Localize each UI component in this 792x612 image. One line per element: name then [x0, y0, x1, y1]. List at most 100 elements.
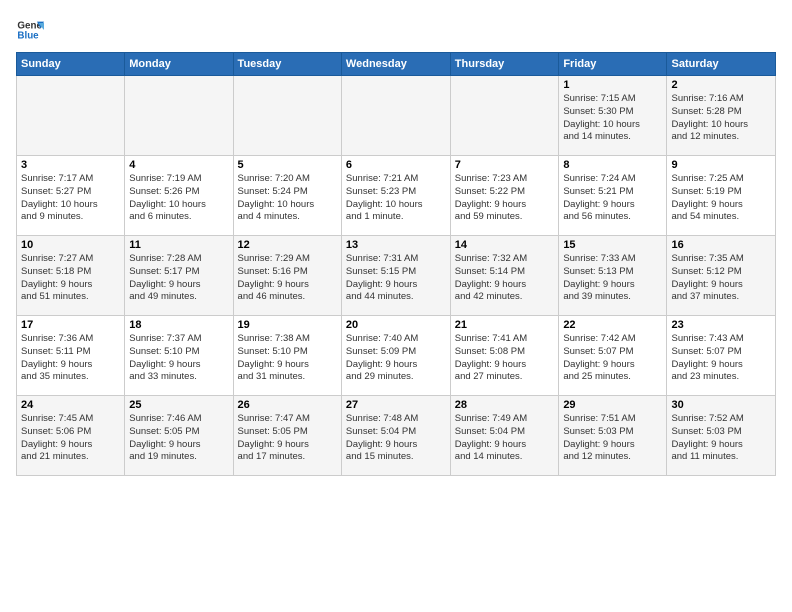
day-number: 6 — [346, 159, 446, 171]
calendar-week-3: 10 Sunrise: 7:27 AMSunset: 5:18 PMDayligh… — [17, 236, 776, 316]
day-number: 24 — [21, 399, 120, 411]
calendar-cell: 27 Sunrise: 7:48 AMSunset: 5:04 PMDayligh… — [341, 396, 450, 476]
day-info: Sunrise: 7:16 AMSunset: 5:28 PMDaylight:… — [671, 93, 771, 144]
calendar-week-5: 24 Sunrise: 7:45 AMSunset: 5:06 PMDayligh… — [17, 396, 776, 476]
day-number: 8 — [563, 159, 662, 171]
page-header: General Blue — [16, 16, 776, 44]
calendar-header: SundayMondayTuesdayWednesdayThursdayFrid… — [17, 53, 776, 76]
day-info: Sunrise: 7:40 AMSunset: 5:09 PMDaylight:… — [346, 333, 446, 384]
day-number: 10 — [21, 239, 120, 251]
day-number: 13 — [346, 239, 446, 251]
calendar-cell: 28 Sunrise: 7:49 AMSunset: 5:04 PMDayligh… — [450, 396, 559, 476]
day-info: Sunrise: 7:45 AMSunset: 5:06 PMDaylight:… — [21, 413, 120, 464]
day-number: 15 — [563, 239, 662, 251]
calendar-cell: 23 Sunrise: 7:43 AMSunset: 5:07 PMDayligh… — [667, 316, 776, 396]
header-cell-tuesday: Tuesday — [233, 53, 341, 76]
day-info: Sunrise: 7:24 AMSunset: 5:21 PMDaylight:… — [563, 173, 662, 224]
calendar-cell: 6 Sunrise: 7:21 AMSunset: 5:23 PMDaylight… — [341, 156, 450, 236]
day-info: Sunrise: 7:49 AMSunset: 5:04 PMDaylight:… — [455, 413, 555, 464]
calendar-cell: 30 Sunrise: 7:52 AMSunset: 5:03 PMDayligh… — [667, 396, 776, 476]
day-number: 11 — [129, 239, 228, 251]
day-number: 14 — [455, 239, 555, 251]
calendar-cell: 1Sunrise: 7:15 AMSunset: 5:30 PMDaylight… — [559, 76, 667, 156]
day-number: 27 — [346, 399, 446, 411]
calendar-cell: 3 Sunrise: 7:17 AMSunset: 5:27 PMDaylight… — [17, 156, 125, 236]
calendar-cell: 12 Sunrise: 7:29 AMSunset: 5:16 PMDayligh… — [233, 236, 341, 316]
calendar-cell: 24 Sunrise: 7:45 AMSunset: 5:06 PMDayligh… — [17, 396, 125, 476]
calendar-cell — [17, 76, 125, 156]
day-number: 9 — [671, 159, 771, 171]
calendar-cell: 26Sunrise: 7:47 AMSunset: 5:05 PMDayligh… — [233, 396, 341, 476]
calendar-week-4: 17Sunrise: 7:36 AMSunset: 5:11 PMDayligh… — [17, 316, 776, 396]
day-info: Sunrise: 7:25 AMSunset: 5:19 PMDaylight:… — [671, 173, 771, 224]
header-row: SundayMondayTuesdayWednesdayThursdayFrid… — [17, 53, 776, 76]
logo-icon: General Blue — [16, 16, 44, 44]
header-cell-thursday: Thursday — [450, 53, 559, 76]
day-info: Sunrise: 7:51 AMSunset: 5:03 PMDaylight:… — [563, 413, 662, 464]
day-number: 17 — [21, 319, 120, 331]
day-info: Sunrise: 7:28 AMSunset: 5:17 PMDaylight:… — [129, 253, 228, 304]
calendar-cell: 8 Sunrise: 7:24 AMSunset: 5:21 PMDaylight… — [559, 156, 667, 236]
day-number: 30 — [671, 399, 771, 411]
day-number: 3 — [21, 159, 120, 171]
day-number: 29 — [563, 399, 662, 411]
day-info: Sunrise: 7:52 AMSunset: 5:03 PMDaylight:… — [671, 413, 771, 464]
calendar-cell: 2 Sunrise: 7:16 AMSunset: 5:28 PMDaylight… — [667, 76, 776, 156]
calendar-cell: 14 Sunrise: 7:32 AMSunset: 5:14 PMDayligh… — [450, 236, 559, 316]
day-info: Sunrise: 7:33 AMSunset: 5:13 PMDaylight:… — [563, 253, 662, 304]
day-number: 4 — [129, 159, 228, 171]
calendar-cell: 9 Sunrise: 7:25 AMSunset: 5:19 PMDaylight… — [667, 156, 776, 236]
calendar-week-1: 1Sunrise: 7:15 AMSunset: 5:30 PMDaylight… — [17, 76, 776, 156]
day-number: 21 — [455, 319, 555, 331]
day-info: Sunrise: 7:46 AMSunset: 5:05 PMDaylight:… — [129, 413, 228, 464]
calendar-cell: 20 Sunrise: 7:40 AMSunset: 5:09 PMDayligh… — [341, 316, 450, 396]
day-number: 2 — [671, 79, 771, 91]
header-cell-friday: Friday — [559, 53, 667, 76]
calendar-cell — [125, 76, 233, 156]
calendar-table: SundayMondayTuesdayWednesdayThursdayFrid… — [16, 52, 776, 476]
calendar-cell: 25 Sunrise: 7:46 AMSunset: 5:05 PMDayligh… — [125, 396, 233, 476]
calendar-cell: 11 Sunrise: 7:28 AMSunset: 5:17 PMDayligh… — [125, 236, 233, 316]
day-number: 25 — [129, 399, 228, 411]
day-number: 5 — [238, 159, 337, 171]
day-info: Sunrise: 7:27 AMSunset: 5:18 PMDaylight:… — [21, 253, 120, 304]
calendar-cell: 19Sunrise: 7:38 AMSunset: 5:10 PMDayligh… — [233, 316, 341, 396]
day-number: 16 — [671, 239, 771, 251]
day-number: 1 — [563, 79, 662, 91]
calendar-cell: 29 Sunrise: 7:51 AMSunset: 5:03 PMDayligh… — [559, 396, 667, 476]
calendar-cell: 15 Sunrise: 7:33 AMSunset: 5:13 PMDayligh… — [559, 236, 667, 316]
day-info: Sunrise: 7:32 AMSunset: 5:14 PMDaylight:… — [455, 253, 555, 304]
calendar-cell — [341, 76, 450, 156]
calendar-cell — [450, 76, 559, 156]
header-cell-sunday: Sunday — [17, 53, 125, 76]
day-info: Sunrise: 7:48 AMSunset: 5:04 PMDaylight:… — [346, 413, 446, 464]
calendar-cell: 4Sunrise: 7:19 AMSunset: 5:26 PMDaylight… — [125, 156, 233, 236]
calendar-cell: 7Sunrise: 7:23 AMSunset: 5:22 PMDaylight… — [450, 156, 559, 236]
day-info: Sunrise: 7:47 AMSunset: 5:05 PMDaylight:… — [238, 413, 337, 464]
day-info: Sunrise: 7:37 AMSunset: 5:10 PMDaylight:… — [129, 333, 228, 384]
calendar-cell: 17Sunrise: 7:36 AMSunset: 5:11 PMDayligh… — [17, 316, 125, 396]
day-info: Sunrise: 7:20 AMSunset: 5:24 PMDaylight:… — [238, 173, 337, 224]
day-number: 22 — [563, 319, 662, 331]
day-number: 23 — [671, 319, 771, 331]
calendar-week-2: 3 Sunrise: 7:17 AMSunset: 5:27 PMDaylight… — [17, 156, 776, 236]
day-info: Sunrise: 7:43 AMSunset: 5:07 PMDaylight:… — [671, 333, 771, 384]
header-cell-wednesday: Wednesday — [341, 53, 450, 76]
calendar-cell: 18Sunrise: 7:37 AMSunset: 5:10 PMDayligh… — [125, 316, 233, 396]
calendar-cell: 16 Sunrise: 7:35 AMSunset: 5:12 PMDayligh… — [667, 236, 776, 316]
day-number: 19 — [238, 319, 337, 331]
day-info: Sunrise: 7:35 AMSunset: 5:12 PMDaylight:… — [671, 253, 771, 304]
svg-text:Blue: Blue — [17, 30, 39, 41]
header-cell-saturday: Saturday — [667, 53, 776, 76]
day-number: 20 — [346, 319, 446, 331]
calendar-cell — [233, 76, 341, 156]
header-cell-monday: Monday — [125, 53, 233, 76]
logo: General Blue — [16, 16, 44, 44]
day-number: 7 — [455, 159, 555, 171]
day-number: 12 — [238, 239, 337, 251]
calendar-cell: 5 Sunrise: 7:20 AMSunset: 5:24 PMDaylight… — [233, 156, 341, 236]
day-info: Sunrise: 7:29 AMSunset: 5:16 PMDaylight:… — [238, 253, 337, 304]
day-info: Sunrise: 7:17 AMSunset: 5:27 PMDaylight:… — [21, 173, 120, 224]
day-number: 28 — [455, 399, 555, 411]
day-info: Sunrise: 7:21 AMSunset: 5:23 PMDaylight:… — [346, 173, 446, 224]
